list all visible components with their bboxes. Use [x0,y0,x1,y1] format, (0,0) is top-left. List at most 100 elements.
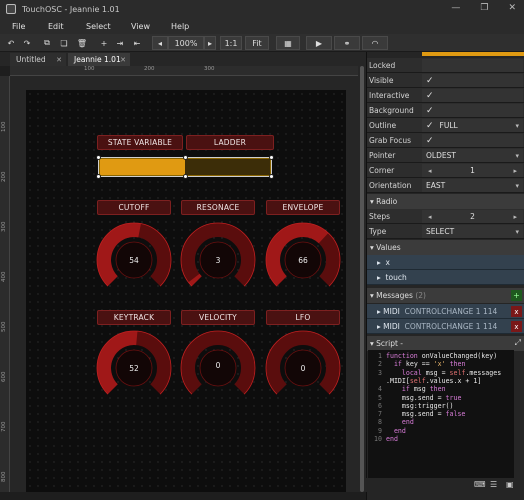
resize-handle[interactable] [269,174,274,179]
menu-view[interactable]: View [131,22,150,31]
ruler-label: 100 [1,121,7,133]
tab-untitled[interactable]: Untitled ✕ [10,53,66,66]
minimize-button[interactable]: — [451,3,460,13]
corner-stepper[interactable]: ◂ 1 ▸ [422,164,523,177]
chevron-down-icon: ▾ [515,181,519,190]
section-values[interactable]: ▾ Values [367,240,524,255]
code-line: msg.send = false [386,410,466,419]
expand-icon[interactable]: ⤢ [515,338,521,348]
scrollbar-thumb[interactable] [360,66,364,492]
prop-label: Grab Focus [369,136,412,145]
decrement-icon[interactable]: ◂ [428,213,432,221]
distribute-icon[interactable]: ⇤ [130,36,144,50]
remove-message-button[interactable]: x [511,306,522,317]
prop-label: Pointer [369,151,396,160]
menu-edit[interactable]: Edit [48,22,64,31]
window-title: TouchOSC - Jeannie 1.01 [22,4,120,14]
locked-checkbox[interactable] [422,59,523,72]
script-editor[interactable]: 1 function onValueChanged(key) 2 if key ==… [368,350,514,478]
resize-handle[interactable] [96,174,101,179]
section-radio[interactable]: ▾ Radio [367,194,524,209]
line-number: 4 [378,385,382,394]
editor-scrollbar[interactable] [358,66,366,492]
background-checkbox[interactable]: ✓ [422,104,523,117]
message-item[interactable]: ▸ MIDI CONTROLCHANGE 1 114 x [367,319,524,334]
prop-background: Background ✓ [367,103,524,118]
tab-jeannie[interactable]: Jeannie 1.01 ✕ [68,53,130,66]
link-icon[interactable]: ⚭ [334,36,360,50]
resize-handle[interactable] [183,174,188,179]
value-item-touch[interactable]: ▸ touch [367,270,524,285]
code-line: .MIDI[self.values.x + 1] [386,376,482,385]
zoom-out-button[interactable]: ◂ [152,36,168,50]
add-message-button[interactable]: + [511,290,522,301]
resize-handle[interactable] [183,155,188,160]
line-number: 3 [378,368,382,377]
filter-ladder-button[interactable]: LADDER [186,135,274,150]
maximize-button[interactable]: ❐ [480,3,488,13]
prop-label: Outline [369,121,397,130]
chevron-down-icon: ▾ [515,151,519,160]
add-icon[interactable]: + [97,36,111,50]
message-kind: MIDI [383,307,400,316]
zoom-in-button[interactable]: ▸ [204,36,216,50]
close-tab-icon[interactable]: ✕ [120,56,126,64]
copy-icon[interactable]: ⧉ [40,36,54,50]
outline-select[interactable]: ✓ FULL ▾ [422,119,523,132]
redo-icon[interactable]: ↷ [20,36,34,50]
close-tab-icon[interactable]: ✕ [56,56,62,64]
check-icon: ✓ [426,105,434,116]
menu-select[interactable]: Select [86,22,111,31]
close-button[interactable]: ✕ [508,3,516,13]
list-icon[interactable]: ☰ [490,480,497,489]
increment-icon[interactable]: ▸ [513,167,517,175]
prop-label: Type [369,227,387,236]
resize-handle[interactable] [269,155,274,160]
zoom-fit-button[interactable]: Fit [245,36,269,50]
section-messages[interactable]: ▾ Messages (2) + [367,288,524,303]
code-line: function onValueChanged(key) [386,352,498,360]
line-number: 7 [378,410,382,419]
orientation-select[interactable]: EAST ▾ [422,179,523,192]
knob-level-arc [188,273,202,287]
message-item[interactable]: ▸ MIDI CONTROLCHANGE 1 114 x [367,304,524,319]
play-icon[interactable]: ▶ [306,36,332,50]
remove-message-button[interactable]: x [511,321,522,332]
document-tabs: Untitled ✕ Jeannie 1.01 ✕ [0,52,366,66]
steps-stepper[interactable]: ◂ 2 ▸ [422,210,523,223]
menu-file[interactable]: File [12,22,25,31]
delete-icon[interactable]: 🗑 [75,36,89,50]
grab-focus-checkbox[interactable]: ✓ [422,134,523,147]
decrement-icon[interactable]: ◂ [428,167,432,175]
ruler-label: 100 [84,66,95,72]
line-number: 1 [378,352,382,360]
keyboard-icon[interactable]: ⌨ [474,480,486,489]
type-select[interactable]: SELECT ▾ [422,225,523,238]
section-script[interactable]: ▾ Script - ⤢ [367,336,524,351]
wifi-icon[interactable]: ◠ [362,36,388,50]
menu-help[interactable]: Help [171,22,189,31]
section-title: Radio [376,197,398,206]
save-icon[interactable]: ▣ [506,480,514,489]
prop-outline: Outline ✓ FULL ▾ [367,118,524,133]
pointer-select[interactable]: OLDEST ▾ [422,149,523,162]
outline-value: FULL [439,121,458,130]
knob-value: 0 [300,364,306,373]
grid-icon[interactable]: ▦ [276,36,300,50]
paste-icon[interactable]: ❏ [57,36,71,50]
value-item-x[interactable]: ▸ x [367,255,524,270]
align-icon[interactable]: ⇥ [113,36,127,50]
interactive-checkbox[interactable]: ✓ [422,89,523,102]
visible-checkbox[interactable]: ✓ [422,74,523,87]
prop-label: Orientation [369,181,412,190]
filter-state-variable-button[interactable]: STATE VARIABLE [97,135,183,150]
tab-label: Untitled [16,55,46,64]
ruler-label: 200 [144,66,155,72]
ruler-label: 300 [1,221,7,233]
zoom-1-1-button[interactable]: 1:1 [220,36,242,50]
corner-value: 1 [470,166,475,175]
increment-icon[interactable]: ▸ [513,213,517,221]
undo-icon[interactable]: ↶ [4,36,18,50]
resize-handle[interactable] [96,155,101,160]
zoom-level[interactable]: 100% [168,36,204,50]
